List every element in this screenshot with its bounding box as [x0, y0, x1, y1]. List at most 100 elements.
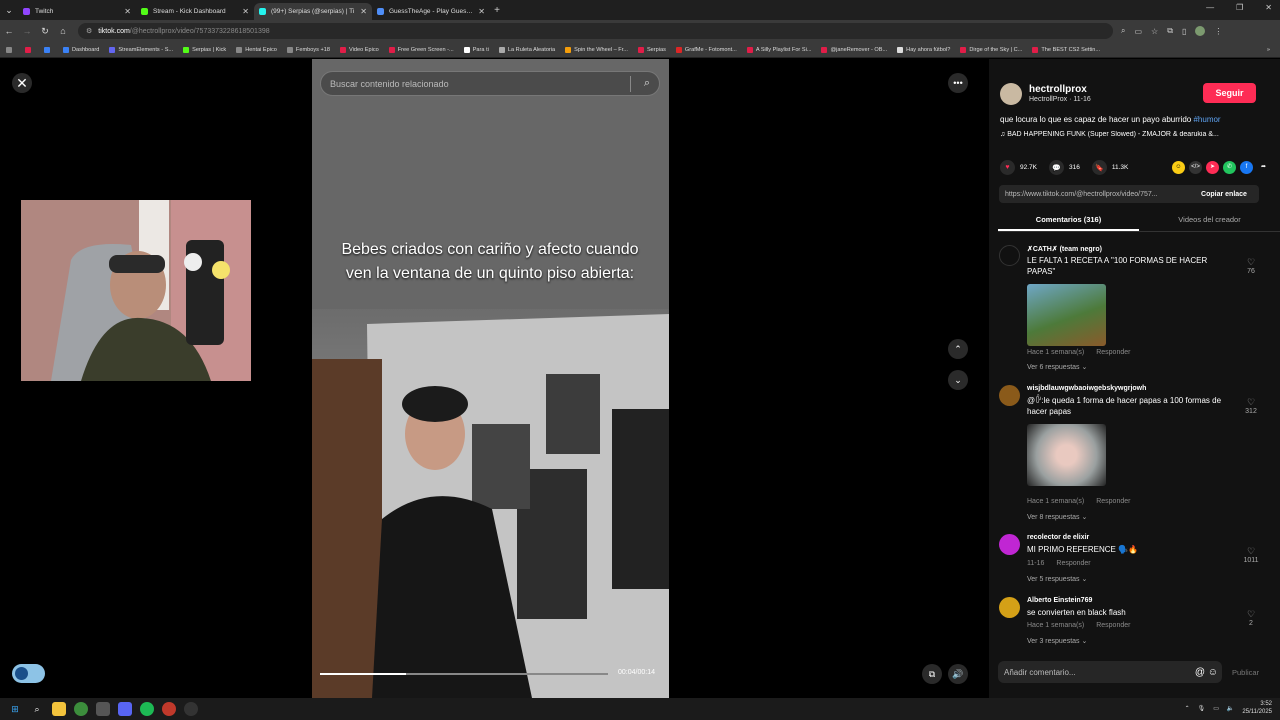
tab-kick[interactable]: Stream - Kick Dashboard ✕: [136, 3, 254, 20]
reply-button[interactable]: Responder: [1096, 498, 1130, 505]
creator-username[interactable]: hectrollprox: [1029, 84, 1087, 95]
music-link[interactable]: ♫ BAD HAPPENING FUNK (Super Slowed) - ZM…: [1000, 131, 1270, 138]
bookmark-item[interactable]: Serpias: [637, 46, 666, 53]
close-tab-icon[interactable]: ✕: [124, 7, 131, 16]
search-icon[interactable]: ⌕: [30, 702, 44, 716]
embed-icon[interactable]: </>: [1189, 161, 1202, 174]
comment-image[interactable]: [1027, 424, 1106, 486]
facebook-icon[interactable]: f: [1240, 161, 1253, 174]
extension-toggle[interactable]: [12, 664, 45, 683]
back-icon[interactable]: ←: [0, 26, 18, 36]
follow-button[interactable]: Seguir: [1203, 83, 1256, 103]
tab-search-icon[interactable]: ⌄: [0, 5, 18, 16]
view-replies-button[interactable]: Ver 5 respuestas ⌄: [1027, 575, 1087, 583]
url-input[interactable]: ⚙ tiktok.com/@hectrollprox/video/7573373…: [78, 23, 1113, 39]
file-explorer-icon[interactable]: [52, 702, 66, 716]
mention-emoji-icons[interactable]: @ ☺: [1195, 667, 1218, 678]
reload-icon[interactable]: ↻: [36, 26, 54, 37]
pip-icon[interactable]: ⧉: [922, 664, 942, 684]
previous-video-icon[interactable]: ⌃: [948, 339, 968, 359]
bookmark-item[interactable]: [44, 46, 53, 53]
bookmark-item[interactable]: Femboys +18: [286, 46, 330, 53]
bookmark-item[interactable]: Dashboard: [63, 46, 99, 53]
mic-icon[interactable]: 🎙: [1198, 705, 1206, 712]
next-video-icon[interactable]: ⌄: [948, 370, 968, 390]
tab-comments[interactable]: Comentarios (316): [998, 212, 1139, 231]
bookmark-item[interactable]: @janeRemover - OB...: [821, 46, 887, 53]
like-button[interactable]: ♥ 92.7K: [1000, 160, 1037, 175]
close-window-icon[interactable]: ✕: [1265, 3, 1272, 12]
tray-chevron-icon[interactable]: ⌃: [1185, 705, 1190, 712]
chrome-icon[interactable]: [74, 702, 88, 716]
view-replies-button[interactable]: Ver 3 respuestas ⌄: [1027, 637, 1087, 645]
app-icon[interactable]: [162, 702, 176, 716]
commenter-avatar[interactable]: [999, 534, 1020, 555]
spotify-icon[interactable]: [140, 702, 154, 716]
bookmark-item[interactable]: Video Epico: [339, 46, 379, 53]
comment-like-button[interactable]: ♡ 312: [1241, 397, 1261, 415]
bookmark-item[interactable]: [25, 46, 34, 53]
new-tab-button[interactable]: +: [490, 5, 504, 16]
tab-guesstheage[interactable]: GuessTheAge - Play Guess The ✕: [372, 3, 490, 20]
view-replies-button[interactable]: Ver 6 respuestas ⌄: [1027, 363, 1087, 371]
bookmark-item[interactable]: Spin the Wheel – Fr...: [565, 46, 628, 53]
bookmark-item[interactable]: GrafMe - Fotomont...: [675, 46, 737, 53]
comment-image[interactable]: [1027, 284, 1106, 346]
home-icon[interactable]: ⌂: [54, 26, 72, 36]
creator-avatar[interactable]: [1000, 83, 1022, 105]
commenter-avatar[interactable]: [999, 385, 1020, 406]
site-info-icon[interactable]: ⚙: [86, 27, 92, 35]
reply-button[interactable]: Responder: [1056, 560, 1090, 567]
hashtag-link[interactable]: #humor: [1193, 115, 1220, 124]
whatsapp-icon[interactable]: ✆: [1223, 161, 1236, 174]
network-icon[interactable]: ▭: [1213, 705, 1219, 712]
bookmark-item[interactable]: Serpias | Kick: [183, 46, 226, 53]
send-icon[interactable]: ➤: [1206, 161, 1219, 174]
publish-button[interactable]: Publicar: [1232, 668, 1259, 677]
bookmark-item[interactable]: La Ruleta Aleatoria: [498, 46, 555, 53]
obs-icon[interactable]: [184, 702, 198, 716]
forward-icon[interactable]: →: [18, 26, 36, 36]
bookmark-item[interactable]: Dirge of the Sky | C...: [960, 46, 1022, 53]
commenter-avatar[interactable]: [999, 245, 1020, 266]
save-button[interactable]: 🔖 11.3K: [1091, 160, 1128, 175]
speaker-icon[interactable]: 🔈: [1227, 705, 1234, 712]
close-video-button[interactable]: ✕: [12, 73, 32, 93]
bookmark-item[interactable]: Free Green Screen -...: [388, 46, 454, 53]
related-search-input[interactable]: Buscar contenido relacionado ⌕: [320, 71, 660, 96]
cast-icon[interactable]: ▭: [1134, 27, 1142, 36]
reply-button[interactable]: Responder: [1096, 622, 1130, 629]
video-player[interactable]: [312, 59, 669, 698]
clock[interactable]: 3:52 25/11/2025: [1242, 700, 1272, 716]
bookmark-item[interactable]: A Silly Playlist For Si...: [746, 46, 811, 53]
bookmark-item[interactable]: Para ti: [463, 46, 489, 53]
view-replies-button[interactable]: Ver 8 respuestas ⌄: [1027, 513, 1087, 521]
commenter-avatar[interactable]: [999, 597, 1020, 618]
copy-link-button[interactable]: Copiar enlace: [1189, 191, 1259, 198]
bookmark-item[interactable]: Hentai Epico: [236, 46, 277, 53]
volume-icon[interactable]: 🔊: [948, 664, 968, 684]
apps-icon[interactable]: [6, 46, 15, 53]
extensions-icon[interactable]: ⧉: [1167, 26, 1173, 36]
emoji-share-icon[interactable]: ☺: [1172, 161, 1185, 174]
tab-creator-videos[interactable]: Videos del creador: [1139, 212, 1280, 231]
share-arrow-icon[interactable]: ➦: [1257, 161, 1270, 174]
bookmark-item[interactable]: The BEST CS2 Settin...: [1032, 46, 1100, 53]
close-tab-icon[interactable]: ✕: [360, 7, 367, 16]
close-tab-icon[interactable]: ✕: [478, 7, 485, 16]
profile-avatar[interactable]: [1195, 26, 1206, 36]
zoom-icon[interactable]: ⌕: [1121, 26, 1125, 36]
bookmark-item[interactable]: StreamElements - S...: [109, 46, 173, 53]
reply-button[interactable]: Responder: [1096, 349, 1130, 356]
windows-start-icon[interactable]: ⊞: [8, 702, 22, 716]
sidebar-icon[interactable]: ▯: [1182, 27, 1186, 36]
menu-icon[interactable]: ⋮: [1214, 27, 1222, 36]
bookmark-star-icon[interactable]: ☆: [1151, 27, 1158, 36]
discord-icon[interactable]: [118, 702, 132, 716]
add-comment-input[interactable]: Añadir comentario... @ ☺: [998, 661, 1222, 683]
tab-twitch[interactable]: Twitch ✕: [18, 3, 136, 20]
close-tab-icon[interactable]: ✕: [242, 7, 249, 16]
comment-like-button[interactable]: ♡ 76: [1241, 257, 1261, 275]
bookmark-item[interactable]: Hay ahora fútbol?: [897, 46, 950, 53]
comment-like-button[interactable]: ♡ 2: [1241, 609, 1261, 627]
